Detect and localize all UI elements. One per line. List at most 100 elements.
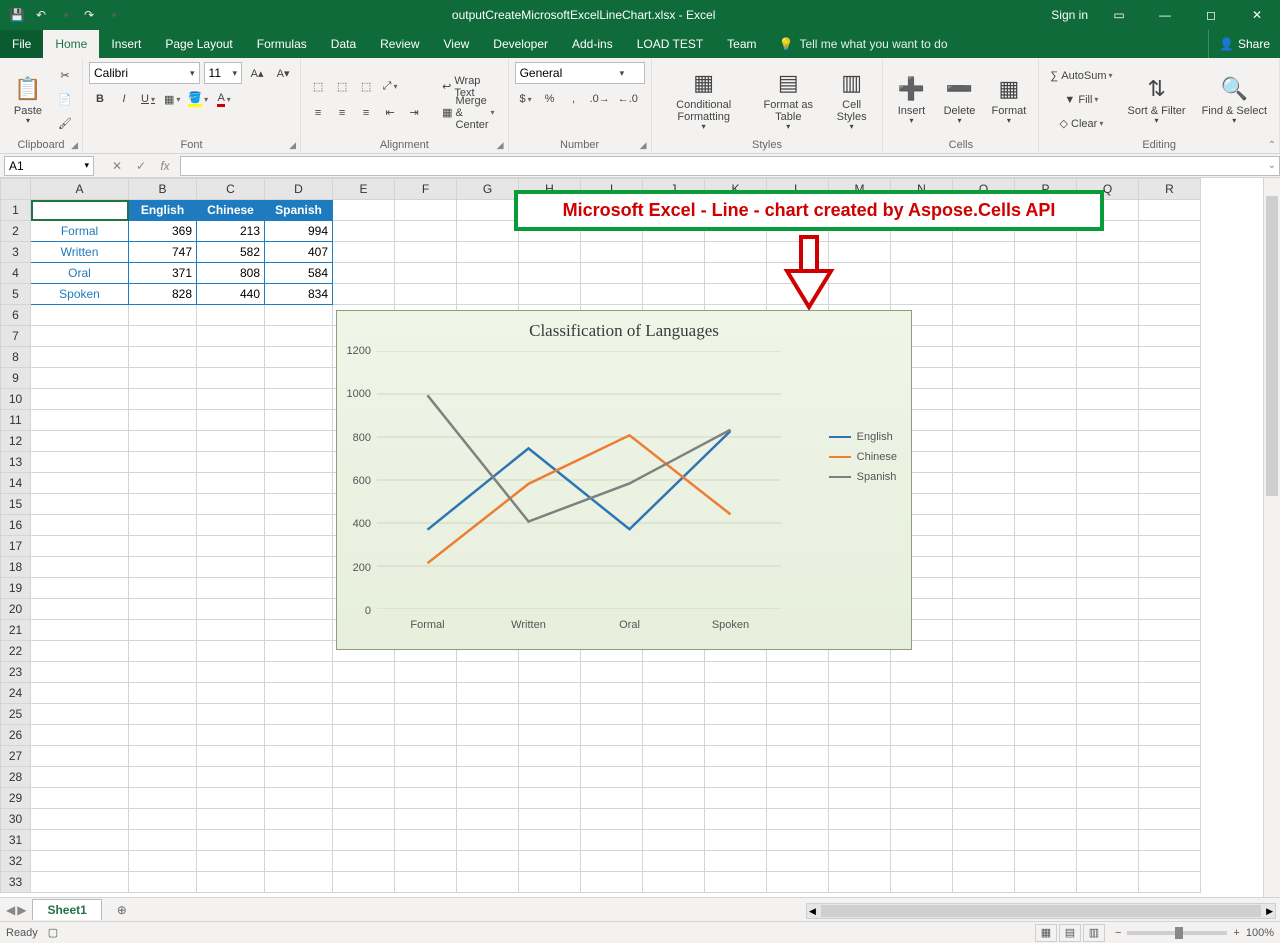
cell-Q15[interactable] bbox=[1077, 494, 1139, 515]
cell-P24[interactable] bbox=[1015, 683, 1077, 704]
row-header-2[interactable]: 2 bbox=[1, 221, 31, 242]
cell-I24[interactable] bbox=[581, 683, 643, 704]
cell-A32[interactable] bbox=[31, 851, 129, 872]
col-header-C[interactable]: C bbox=[197, 179, 265, 200]
cell-E26[interactable] bbox=[333, 725, 395, 746]
cell-N30[interactable] bbox=[891, 809, 953, 830]
cell-A28[interactable] bbox=[31, 767, 129, 788]
cell-D9[interactable] bbox=[265, 368, 333, 389]
horizontal-scrollbar[interactable]: ◀ ▶ bbox=[806, 903, 1276, 919]
cell-P32[interactable] bbox=[1015, 851, 1077, 872]
cell-A18[interactable] bbox=[31, 557, 129, 578]
cell-K24[interactable] bbox=[705, 683, 767, 704]
align-middle-icon[interactable]: ⬚ bbox=[331, 76, 353, 98]
cell-D8[interactable] bbox=[265, 347, 333, 368]
cell-R18[interactable] bbox=[1139, 557, 1201, 578]
cell-B32[interactable] bbox=[129, 851, 197, 872]
zoom-out-icon[interactable]: − bbox=[1115, 927, 1121, 939]
cell-H33[interactable] bbox=[519, 872, 581, 893]
cell-C28[interactable] bbox=[197, 767, 265, 788]
cell-R29[interactable] bbox=[1139, 788, 1201, 809]
cell-B8[interactable] bbox=[129, 347, 197, 368]
cell-R27[interactable] bbox=[1139, 746, 1201, 767]
cell-M23[interactable] bbox=[829, 662, 891, 683]
delete-cells-button[interactable]: ➖Delete▾ bbox=[937, 69, 981, 130]
line-chart[interactable]: Classification of Languages 020040060080… bbox=[336, 310, 912, 650]
cell-B33[interactable] bbox=[129, 872, 197, 893]
cell-E29[interactable] bbox=[333, 788, 395, 809]
cell-L25[interactable] bbox=[767, 704, 829, 725]
cell-P9[interactable] bbox=[1015, 368, 1077, 389]
cell-Q13[interactable] bbox=[1077, 452, 1139, 473]
decrease-font-icon[interactable]: A▾ bbox=[272, 62, 294, 84]
align-bottom-icon[interactable]: ⬚ bbox=[355, 76, 377, 98]
cell-A29[interactable] bbox=[31, 788, 129, 809]
prev-sheet-icon[interactable]: ◀ bbox=[6, 903, 15, 917]
cell-C26[interactable] bbox=[197, 725, 265, 746]
sign-in-link[interactable]: Sign in bbox=[1043, 8, 1096, 22]
cell-D11[interactable] bbox=[265, 410, 333, 431]
cell-D1[interactable]: Spanish bbox=[265, 200, 333, 221]
cell-K23[interactable] bbox=[705, 662, 767, 683]
cell-J24[interactable] bbox=[643, 683, 705, 704]
cell-B18[interactable] bbox=[129, 557, 197, 578]
row-header-12[interactable]: 12 bbox=[1, 431, 31, 452]
cell-A1[interactable] bbox=[31, 200, 129, 221]
cell-O7[interactable] bbox=[953, 326, 1015, 347]
cell-B2[interactable]: 369 bbox=[129, 221, 197, 242]
cell-B20[interactable] bbox=[129, 599, 197, 620]
cell-D12[interactable] bbox=[265, 431, 333, 452]
cell-R17[interactable] bbox=[1139, 536, 1201, 557]
cell-F5[interactable] bbox=[395, 284, 457, 305]
cell-M33[interactable] bbox=[829, 872, 891, 893]
cell-C1[interactable]: Chinese bbox=[197, 200, 265, 221]
align-top-icon[interactable]: ⬚ bbox=[307, 76, 329, 98]
col-header-R[interactable]: R bbox=[1139, 179, 1201, 200]
cell-Q24[interactable] bbox=[1077, 683, 1139, 704]
cell-C31[interactable] bbox=[197, 830, 265, 851]
cell-G28[interactable] bbox=[457, 767, 519, 788]
cell-G24[interactable] bbox=[457, 683, 519, 704]
cell-I23[interactable] bbox=[581, 662, 643, 683]
cell-A12[interactable] bbox=[31, 431, 129, 452]
cell-R15[interactable] bbox=[1139, 494, 1201, 515]
cell-A14[interactable] bbox=[31, 473, 129, 494]
cell-G2[interactable] bbox=[457, 221, 519, 242]
cell-C14[interactable] bbox=[197, 473, 265, 494]
format-as-table-button[interactable]: ▤Format as Table▾ bbox=[754, 63, 823, 136]
cell-P11[interactable] bbox=[1015, 410, 1077, 431]
cell-C17[interactable] bbox=[197, 536, 265, 557]
cell-N33[interactable] bbox=[891, 872, 953, 893]
cell-P22[interactable] bbox=[1015, 641, 1077, 662]
cell-D23[interactable] bbox=[265, 662, 333, 683]
cell-G33[interactable] bbox=[457, 872, 519, 893]
cell-K28[interactable] bbox=[705, 767, 767, 788]
tab-loadtest[interactable]: LOAD TEST bbox=[625, 30, 715, 58]
cell-Q28[interactable] bbox=[1077, 767, 1139, 788]
copy-button[interactable]: 📄 bbox=[54, 89, 76, 111]
row-header-23[interactable]: 23 bbox=[1, 662, 31, 683]
row-header-4[interactable]: 4 bbox=[1, 263, 31, 284]
cell-C3[interactable]: 582 bbox=[197, 242, 265, 263]
row-header-18[interactable]: 18 bbox=[1, 557, 31, 578]
cell-C18[interactable] bbox=[197, 557, 265, 578]
cell-Q9[interactable] bbox=[1077, 368, 1139, 389]
cell-D29[interactable] bbox=[265, 788, 333, 809]
align-right-icon[interactable]: ≡ bbox=[355, 102, 377, 124]
cell-R32[interactable] bbox=[1139, 851, 1201, 872]
cell-G27[interactable] bbox=[457, 746, 519, 767]
cell-P23[interactable] bbox=[1015, 662, 1077, 683]
cell-P26[interactable] bbox=[1015, 725, 1077, 746]
cell-P20[interactable] bbox=[1015, 599, 1077, 620]
cell-C4[interactable]: 808 bbox=[197, 263, 265, 284]
cell-F24[interactable] bbox=[395, 683, 457, 704]
cell-E30[interactable] bbox=[333, 809, 395, 830]
alignment-launcher-icon[interactable]: ◢ bbox=[497, 140, 504, 151]
cell-A5[interactable]: Spoken bbox=[31, 284, 129, 305]
cell-G26[interactable] bbox=[457, 725, 519, 746]
cell-D19[interactable] bbox=[265, 578, 333, 599]
cell-C2[interactable]: 213 bbox=[197, 221, 265, 242]
bold-button[interactable]: B bbox=[89, 88, 111, 110]
cell-G1[interactable] bbox=[457, 200, 519, 221]
cell-I31[interactable] bbox=[581, 830, 643, 851]
